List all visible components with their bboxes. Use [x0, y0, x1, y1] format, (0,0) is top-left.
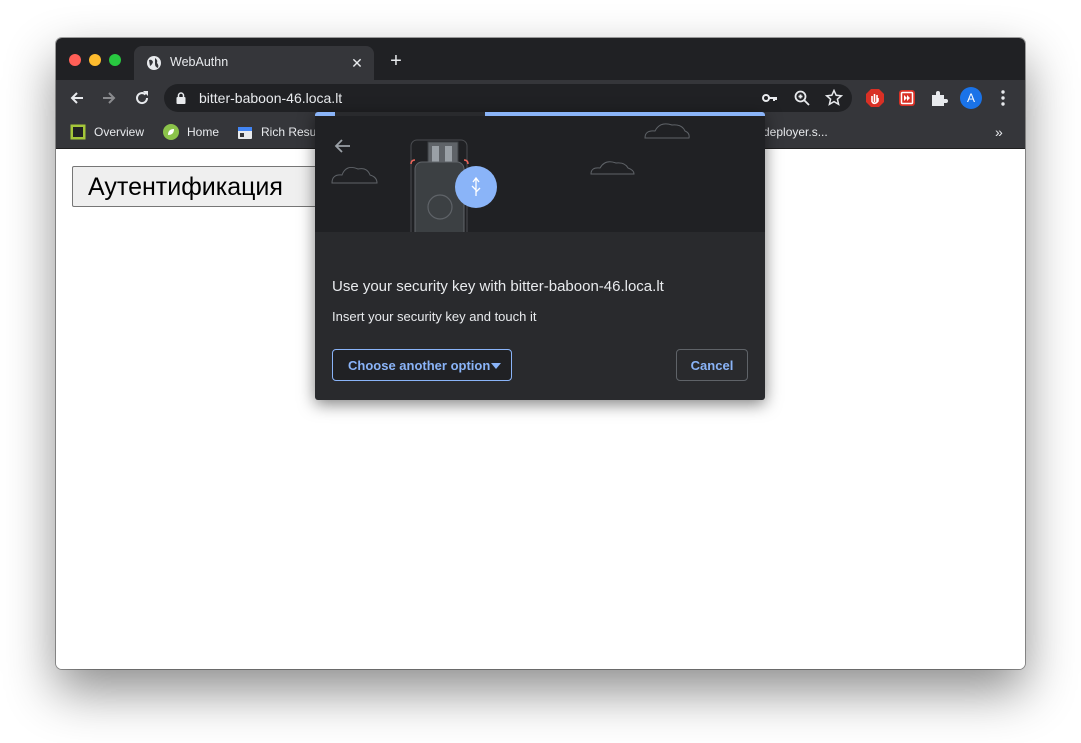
usb-key-illustration — [331, 123, 690, 232]
cancel-button[interactable]: Cancel — [676, 349, 748, 381]
tab-webauthn[interactable]: WebAuthn ✕ — [134, 46, 374, 80]
choose-option-label: Choose another option — [348, 358, 491, 373]
bookmark-rich-results[interactable]: Rich Resu — [237, 123, 317, 141]
globe-icon — [147, 56, 161, 70]
close-window-button[interactable] — [69, 54, 81, 66]
bookmark-star-icon[interactable] — [825, 89, 843, 107]
rich-results-icon — [238, 127, 252, 139]
dropdown-caret-icon — [491, 363, 501, 369]
bookmark-label: deployer.s... — [763, 125, 828, 139]
toolbar: bitter-baboon-46.loca.lt A — [56, 80, 1025, 116]
back-icon[interactable] — [67, 88, 87, 108]
overview-icon — [70, 124, 86, 140]
bookmark-label: Rich Resu — [261, 125, 317, 139]
url-text: bitter-baboon-46.loca.lt — [199, 90, 343, 106]
zoom-icon[interactable] — [793, 89, 811, 107]
profile-avatar[interactable]: A — [960, 87, 982, 109]
dialog-description: Insert your security key and touch it — [332, 309, 537, 324]
bookmark-overview[interactable]: Overview — [70, 123, 150, 141]
bookmarks-overflow-chevron-icon[interactable]: » — [995, 123, 1009, 141]
home-leaf-icon — [163, 124, 179, 140]
menu-kebab-icon[interactable] — [993, 88, 1013, 108]
adblock-extension-icon[interactable] — [865, 88, 885, 108]
media-extension-icon[interactable] — [897, 88, 917, 108]
close-tab-icon[interactable]: ✕ — [348, 54, 366, 72]
bookmark-label: Home — [187, 125, 220, 139]
bookmark-label: Overview — [94, 125, 145, 139]
new-tab-button[interactable]: + — [385, 50, 407, 72]
lock-icon[interactable] — [176, 92, 186, 104]
security-key-illustration — [315, 116, 765, 232]
reload-icon[interactable] — [132, 88, 152, 108]
browser-window: WebAuthn ✕ + bitter-baboon-46.loca.lt A … — [56, 38, 1025, 669]
bookmark-home[interactable]: Home — [163, 123, 225, 141]
address-bar[interactable]: bitter-baboon-46.loca.lt — [164, 84, 852, 112]
tab-strip: WebAuthn ✕ + — [56, 38, 1025, 80]
key-icon[interactable] — [762, 91, 778, 105]
cancel-label: Cancel — [690, 358, 734, 373]
extensions-puzzle-icon[interactable] — [929, 88, 949, 108]
choose-another-option-button[interactable]: Choose another option — [332, 349, 512, 381]
bookmark-deployer[interactable]: deployer.s... — [763, 123, 843, 141]
dialog-title: Use your security key with bitter-baboon… — [332, 278, 664, 295]
forward-icon[interactable] — [99, 88, 119, 108]
tab-title: WebAuthn — [170, 55, 229, 69]
security-key-dialog: Use your security key with bitter-baboon… — [315, 112, 765, 400]
maximize-window-button[interactable] — [109, 54, 121, 66]
minimize-window-button[interactable] — [89, 54, 101, 66]
